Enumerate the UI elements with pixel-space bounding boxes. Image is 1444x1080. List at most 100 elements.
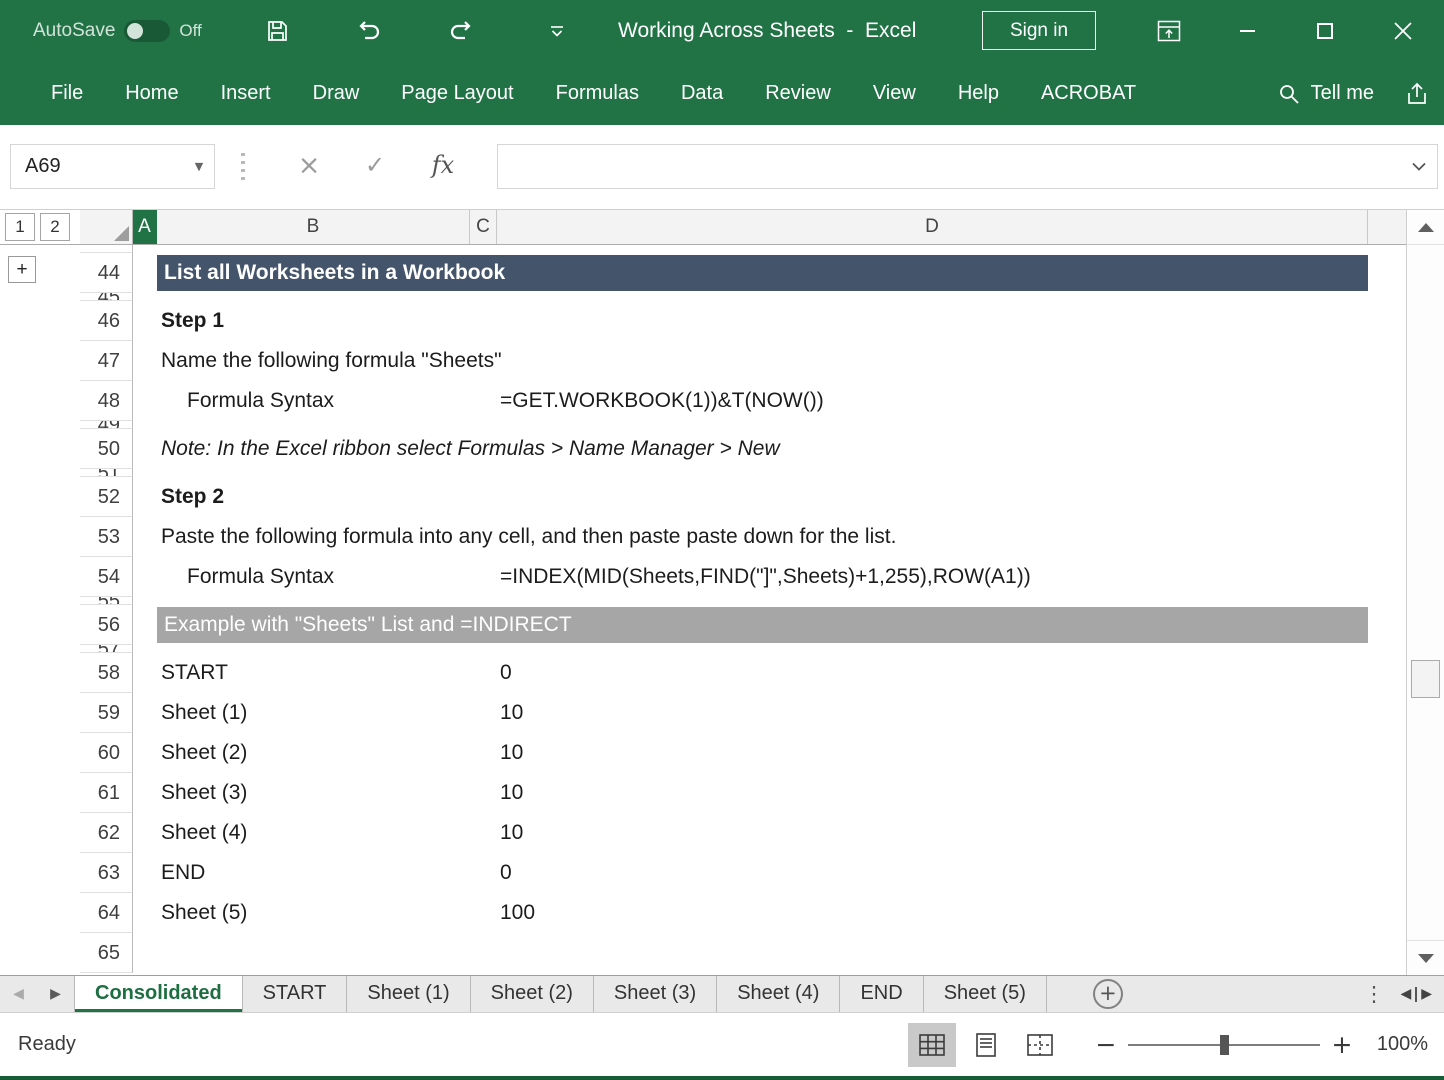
- ribbon-tab-help[interactable]: Help: [937, 62, 1020, 125]
- vertical-scrollbar-track[interactable]: [1407, 245, 1444, 940]
- row-header-44[interactable]: 44: [80, 253, 133, 293]
- cell-A52[interactable]: [133, 477, 157, 517]
- outline-level-2-button[interactable]: 2: [40, 213, 70, 241]
- cell-B63[interactable]: END: [157, 853, 470, 893]
- customize-quick-access-toolbar-icon[interactable]: [536, 0, 578, 62]
- cell-C58[interactable]: [470, 653, 497, 693]
- formula-input[interactable]: [497, 144, 1438, 189]
- sheet-nav-left-icon[interactable]: ◀: [0, 976, 37, 1012]
- cell-A60[interactable]: [133, 733, 157, 773]
- ribbon-tab-data[interactable]: Data: [660, 62, 744, 125]
- cell-B46[interactable]: Step 1: [157, 301, 470, 341]
- row-header-52[interactable]: 52: [80, 477, 133, 517]
- cell-A61[interactable]: [133, 773, 157, 813]
- section-header-44[interactable]: List all Worksheets in a Workbook: [157, 255, 1368, 291]
- ribbon-tab-insert[interactable]: Insert: [200, 62, 292, 125]
- cell-D46[interactable]: [497, 301, 1406, 341]
- zoom-out-icon[interactable]: −: [1092, 1030, 1120, 1059]
- column-header-a[interactable]: A: [133, 210, 157, 244]
- cell-A51[interactable]: [133, 469, 157, 477]
- cancel-icon[interactable]: ×: [286, 144, 332, 189]
- cell-D53[interactable]: [497, 517, 1406, 557]
- sign-in-button[interactable]: Sign in: [982, 11, 1096, 50]
- cell-B59[interactable]: Sheet (1): [157, 693, 470, 733]
- enter-icon[interactable]: ✓: [352, 144, 398, 189]
- cell-D65[interactable]: [497, 933, 1406, 973]
- zoom-level[interactable]: 100%: [1372, 1033, 1428, 1056]
- zoom-slider-thumb[interactable]: [1220, 1035, 1229, 1055]
- row-header-51[interactable]: 51: [80, 469, 133, 477]
- cell-A45[interactable]: [133, 293, 157, 301]
- cell-A58[interactable]: [133, 653, 157, 693]
- row-header-58[interactable]: 58: [80, 653, 133, 693]
- cell-D60[interactable]: 10: [497, 733, 1406, 773]
- scroll-up-button[interactable]: [1407, 210, 1444, 245]
- cell-A53[interactable]: [133, 517, 157, 557]
- ribbon-display-options-icon[interactable]: [1148, 0, 1190, 62]
- sheet-tab-sheet-1[interactable]: Sheet (1): [347, 976, 470, 1012]
- cell-A62[interactable]: [133, 813, 157, 853]
- cell-C59[interactable]: [470, 693, 497, 733]
- select-all-corner[interactable]: [80, 210, 133, 244]
- cell-D64[interactable]: 100: [497, 893, 1406, 933]
- cell-C46[interactable]: [470, 301, 497, 341]
- sheet-tab-sheet-2[interactable]: Sheet (2): [471, 976, 594, 1012]
- redo-button[interactable]: [440, 0, 482, 62]
- cell-C60[interactable]: [470, 733, 497, 773]
- row-header-64[interactable]: 64: [80, 893, 133, 933]
- column-header-c[interactable]: C: [470, 210, 497, 244]
- row-header-43[interactable]: 43: [80, 245, 133, 253]
- cell-A49[interactable]: [133, 421, 157, 429]
- tell-me-button[interactable]: Tell me: [1274, 82, 1378, 105]
- row-header-62[interactable]: 62: [80, 813, 133, 853]
- save-button[interactable]: [256, 0, 298, 62]
- row-header-56[interactable]: 56: [80, 605, 133, 645]
- ribbon-tab-home[interactable]: Home: [104, 62, 199, 125]
- ribbon-tab-file[interactable]: File: [30, 62, 104, 125]
- cell-D63[interactable]: 0: [497, 853, 1406, 893]
- cell-D47[interactable]: [497, 341, 1406, 381]
- row-header-53[interactable]: 53: [80, 517, 133, 557]
- normal-view-button[interactable]: [908, 1023, 956, 1067]
- sheet-tab-sheet-4[interactable]: Sheet (4): [717, 976, 840, 1012]
- cell-A46[interactable]: [133, 301, 157, 341]
- cell-C48[interactable]: [470, 381, 497, 421]
- share-button[interactable]: [1404, 82, 1430, 106]
- cell-A54[interactable]: [133, 557, 157, 597]
- sheet-tab-end[interactable]: END: [840, 976, 923, 1012]
- row-header-57[interactable]: 57: [80, 645, 133, 653]
- cell-C63[interactable]: [470, 853, 497, 893]
- sheet-nav-right-icon[interactable]: ▶: [37, 976, 74, 1012]
- cell-C61[interactable]: [470, 773, 497, 813]
- sheet-tab-sheet-5[interactable]: Sheet (5): [924, 976, 1047, 1012]
- cell-B61[interactable]: Sheet (3): [157, 773, 470, 813]
- row-header-47[interactable]: 47: [80, 341, 133, 381]
- row-header-50[interactable]: 50: [80, 429, 133, 469]
- cell-A65[interactable]: [133, 933, 157, 973]
- cell-B58[interactable]: START: [157, 653, 470, 693]
- row-header-55[interactable]: 55: [80, 597, 133, 605]
- ribbon-tab-page-layout[interactable]: Page Layout: [380, 62, 534, 125]
- cell-B48[interactable]: Formula Syntax: [157, 381, 470, 421]
- cell-B62[interactable]: Sheet (4): [157, 813, 470, 853]
- cell-D61[interactable]: 10: [497, 773, 1406, 813]
- row-header-65[interactable]: 65: [80, 933, 133, 973]
- outline-expand-button[interactable]: +: [8, 256, 36, 283]
- ribbon-tab-view[interactable]: View: [852, 62, 937, 125]
- ribbon-tab-formulas[interactable]: Formulas: [535, 62, 660, 125]
- row-header-46[interactable]: 46: [80, 301, 133, 341]
- cell-D52[interactable]: [497, 477, 1406, 517]
- cell-A59[interactable]: [133, 693, 157, 733]
- row-header-54[interactable]: 54: [80, 557, 133, 597]
- row-header-45[interactable]: 45: [80, 293, 133, 301]
- cell-B47[interactable]: Name the following formula "Sheets": [157, 341, 470, 381]
- cell-D54[interactable]: =INDEX(MID(Sheets,FIND("]",Sheets)+1,255…: [497, 557, 1406, 597]
- cell-A57[interactable]: [133, 645, 157, 653]
- cell-A55[interactable]: [133, 597, 157, 605]
- cell-B50[interactable]: Note: In the Excel ribbon select Formula…: [157, 429, 470, 469]
- ribbon-tab-acrobat[interactable]: ACROBAT: [1020, 62, 1157, 125]
- cell-B54[interactable]: Formula Syntax: [157, 557, 470, 597]
- row-header-49[interactable]: 49: [80, 421, 133, 429]
- zoom-in-icon[interactable]: +: [1328, 1030, 1356, 1059]
- tab-scroll-left-icon[interactable]: ◀: [1400, 986, 1411, 1002]
